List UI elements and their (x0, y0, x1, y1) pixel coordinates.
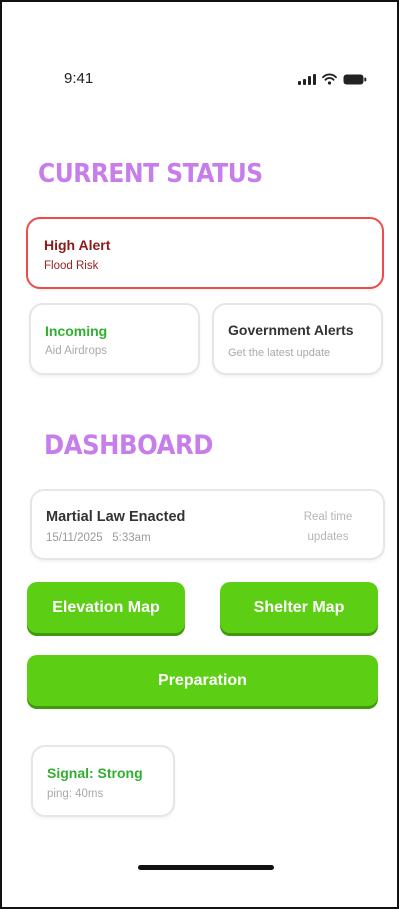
government-alerts-card[interactable]: Government Alerts Get the latest update (212, 303, 383, 375)
shelter-map-button[interactable]: Shelter Map (220, 582, 378, 633)
home-indicator[interactable] (138, 865, 274, 870)
realtime-label: Real time updates (303, 511, 353, 543)
news-headline: Martial Law Enacted (46, 509, 186, 525)
incoming-card[interactable]: Incoming Aid Airdrops (29, 303, 200, 375)
news-timestamp: 15/11/2025 5:33am (46, 532, 151, 544)
alert-detail: Flood Risk (44, 260, 99, 272)
wifi-icon (322, 73, 337, 85)
alert-label: High Alert (44, 237, 111, 253)
battery-icon (343, 74, 367, 85)
high-alert-card[interactable]: High Alert Flood Risk (26, 217, 384, 289)
phone-frame: 9:41 CURRENT STATUS High Alert Flood Ris… (0, 0, 399, 909)
ping-label: ping: 40ms (47, 788, 104, 800)
signal-label: Signal: Strong (47, 765, 143, 781)
current-status-title: CURRENT STATUS (38, 159, 263, 189)
dashboard-title: DASHBOARD (44, 430, 213, 461)
signal-icon (298, 73, 316, 85)
news-card[interactable]: Martial Law Enacted 15/11/2025 5:33am Re… (30, 489, 385, 560)
incoming-detail: Aid Airdrops (45, 345, 108, 357)
status-icons (298, 73, 367, 85)
signal-card[interactable]: Signal: Strong ping: 40ms (31, 745, 175, 817)
status-time: 9:41 (64, 70, 94, 87)
preparation-button[interactable]: Preparation (27, 655, 378, 706)
government-alerts-label: Government Alerts (228, 322, 354, 338)
status-bar: 9:41 (2, 70, 397, 92)
elevation-map-button[interactable]: Elevation Map (27, 582, 185, 633)
government-alerts-detail: Get the latest update (228, 347, 331, 359)
incoming-label: Incoming (45, 323, 108, 339)
